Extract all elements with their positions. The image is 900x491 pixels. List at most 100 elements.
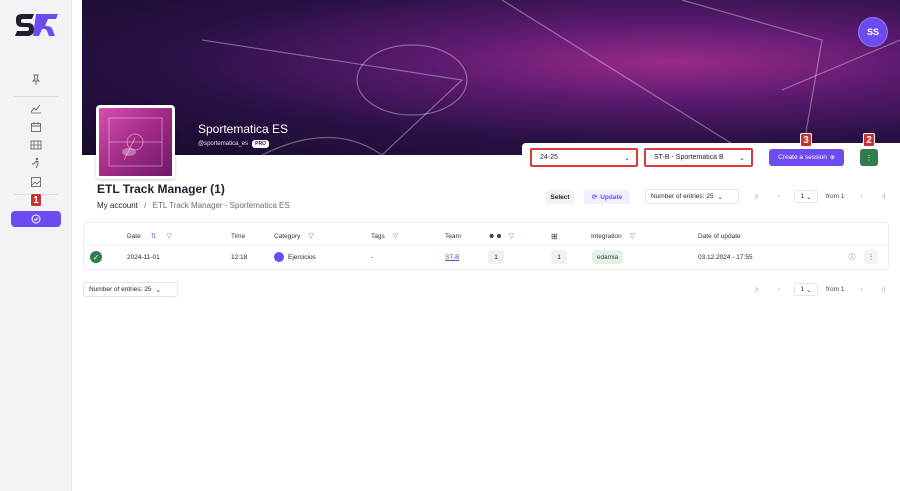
cell-crop-count: 1 (551, 250, 567, 264)
season-select-value: 24-25 (540, 154, 558, 161)
filter-icon[interactable]: ▽ (630, 232, 635, 240)
step-marker-number: 3 (800, 133, 812, 147)
entries-per-page-select[interactable]: Number of entries: 25 ⌄ (645, 189, 739, 204)
header-category-label: Category (274, 232, 301, 240)
step-marker-2: 2 (862, 133, 876, 148)
prev-page-icon[interactable]: ‹ (768, 193, 790, 200)
team-link[interactable]: ST-B (445, 254, 459, 261)
sidebar-divider (14, 96, 58, 97)
column-header-integration[interactable]: Integration ▽ (591, 232, 635, 241)
sessions-table (83, 222, 889, 270)
column-header-players[interactable]: ☻☻ ▽ (488, 232, 514, 241)
header-date-update-label: Date of update (698, 233, 741, 240)
step-marker-number: 1 (30, 193, 42, 207)
column-header-category[interactable]: Category ▽ (274, 232, 314, 241)
users-icon: ☻☻ (488, 232, 503, 240)
last-page-icon[interactable]: ›| (872, 193, 894, 200)
next-page-icon[interactable]: › (850, 193, 872, 200)
table-divider (84, 244, 888, 245)
plus-circle-icon: ⊕ (829, 155, 835, 161)
profile-name: Sportematica ES (198, 122, 289, 136)
chevron-down-icon: ⌄ (739, 154, 745, 162)
page-total: from 1 (826, 193, 845, 200)
column-header-team: Team (445, 233, 461, 240)
user-avatar[interactable]: SS (858, 17, 888, 47)
pin-icon[interactable] (27, 73, 45, 87)
column-header-time: Time (231, 233, 245, 240)
filter-icon[interactable]: ▽ (393, 232, 398, 240)
runner-icon[interactable] (27, 156, 45, 170)
profile-picture[interactable] (96, 105, 175, 179)
create-session-label: Create a session (778, 154, 827, 161)
more-options-button[interactable]: ⋮ (860, 149, 878, 166)
refresh-icon: ⟳ (591, 194, 598, 201)
pagination-top: |‹ ‹ 1 ⌄ from 1 › ›| (746, 189, 894, 204)
cell-category-label: Ejercicios (288, 253, 316, 261)
info-icon[interactable]: ⓘ (845, 250, 859, 264)
cell-time: 12:18 (231, 254, 248, 261)
header-time-label: Time (231, 233, 246, 240)
header-date-label: Date (127, 232, 141, 240)
last-page-icon[interactable]: ›| (872, 286, 894, 293)
profile-handle-row: @sportematica_es PRO (198, 140, 269, 148)
filter-icon[interactable]: ▽ (308, 232, 313, 240)
create-session-button[interactable]: Create a session ⊕ (769, 149, 844, 166)
film-icon[interactable] (27, 138, 45, 152)
chevron-down-icon: ⌄ (155, 286, 161, 294)
app-logo[interactable] (12, 10, 62, 42)
update-label: Update (600, 193, 623, 201)
column-header-date-update: Date of update (698, 233, 741, 240)
cell-team[interactable]: ST-B (445, 254, 459, 261)
header-team-label: Team (445, 233, 461, 240)
sort-icon[interactable]: ⇅ (151, 232, 157, 240)
update-button[interactable]: ⟳ Update (584, 190, 630, 204)
category-color-dot (274, 252, 284, 262)
step-marker-number: 2 (863, 133, 875, 147)
entries-label: Number of entries: 25 (651, 193, 714, 200)
entries-per-page-select-bottom[interactable]: Number of entries: 25 ⌄ (83, 282, 178, 297)
breadcrumb-separator: / (144, 201, 147, 210)
row-menu-button[interactable]: ⋮ (864, 250, 878, 264)
select-button[interactable]: Select (545, 190, 575, 204)
breadcrumb: My account / ETL Track Manager - Sportem… (97, 201, 290, 210)
header-tags-label: Tags (371, 232, 385, 240)
crop-icon: ⊞ (551, 232, 558, 241)
step-marker-3: 3 (799, 133, 813, 148)
page-total: from 1 (826, 286, 845, 293)
column-header-crop: ⊞ (551, 232, 558, 241)
team-select[interactable]: ST-B - Sportematica B ⌄ (644, 148, 753, 167)
cell-date: 2024-11-01 (127, 254, 160, 261)
next-page-icon[interactable]: › (850, 286, 872, 293)
page-number: 1 (800, 286, 805, 293)
calendar-icon[interactable] (27, 120, 45, 134)
header-integration-label: Integration (591, 232, 622, 240)
first-page-icon[interactable]: |‹ (746, 193, 768, 200)
cell-players-count: 1 (488, 250, 504, 264)
step-marker-1: 1 (29, 193, 43, 208)
column-header-tags[interactable]: Tags ▽ (371, 232, 398, 241)
first-page-icon[interactable]: |‹ (746, 286, 768, 293)
entries-label: Number of entries: 25 (89, 286, 152, 293)
page-select[interactable]: 1 ⌄ (794, 190, 818, 203)
cell-date-update: 03.12.2024 - 17:55 (698, 254, 753, 261)
season-select[interactable]: 24-25 ⌄ (530, 148, 638, 167)
page-number: 1 (800, 193, 805, 200)
track-icon (31, 214, 41, 224)
app-root: 1 SS Sportematica ES @sportematica_es PR… (0, 0, 900, 491)
filter-icon[interactable]: ▽ (167, 232, 172, 240)
chart-icon[interactable] (27, 101, 45, 115)
page-title: ETL Track Manager (1) (97, 182, 225, 196)
status-check-icon: ✓ (90, 251, 102, 263)
sidebar-item-track-manager[interactable] (11, 211, 61, 227)
chevron-down-icon: ⌄ (806, 193, 812, 201)
filter-icon[interactable]: ▽ (509, 232, 514, 240)
image-icon[interactable] (27, 175, 45, 189)
breadcrumb-home[interactable]: My account (97, 201, 138, 210)
cell-tags: - (371, 254, 374, 261)
prev-page-icon[interactable]: ‹ (768, 286, 790, 293)
chevron-down-icon: ⌄ (624, 154, 630, 162)
page-select[interactable]: 1 ⌄ (794, 283, 818, 296)
integration-badge: edamia (592, 250, 623, 264)
column-header-date[interactable]: Date ⇅ ▽ (127, 232, 172, 241)
pagination-bottom: |‹ ‹ 1 ⌄ from 1 › ›| (746, 282, 894, 297)
